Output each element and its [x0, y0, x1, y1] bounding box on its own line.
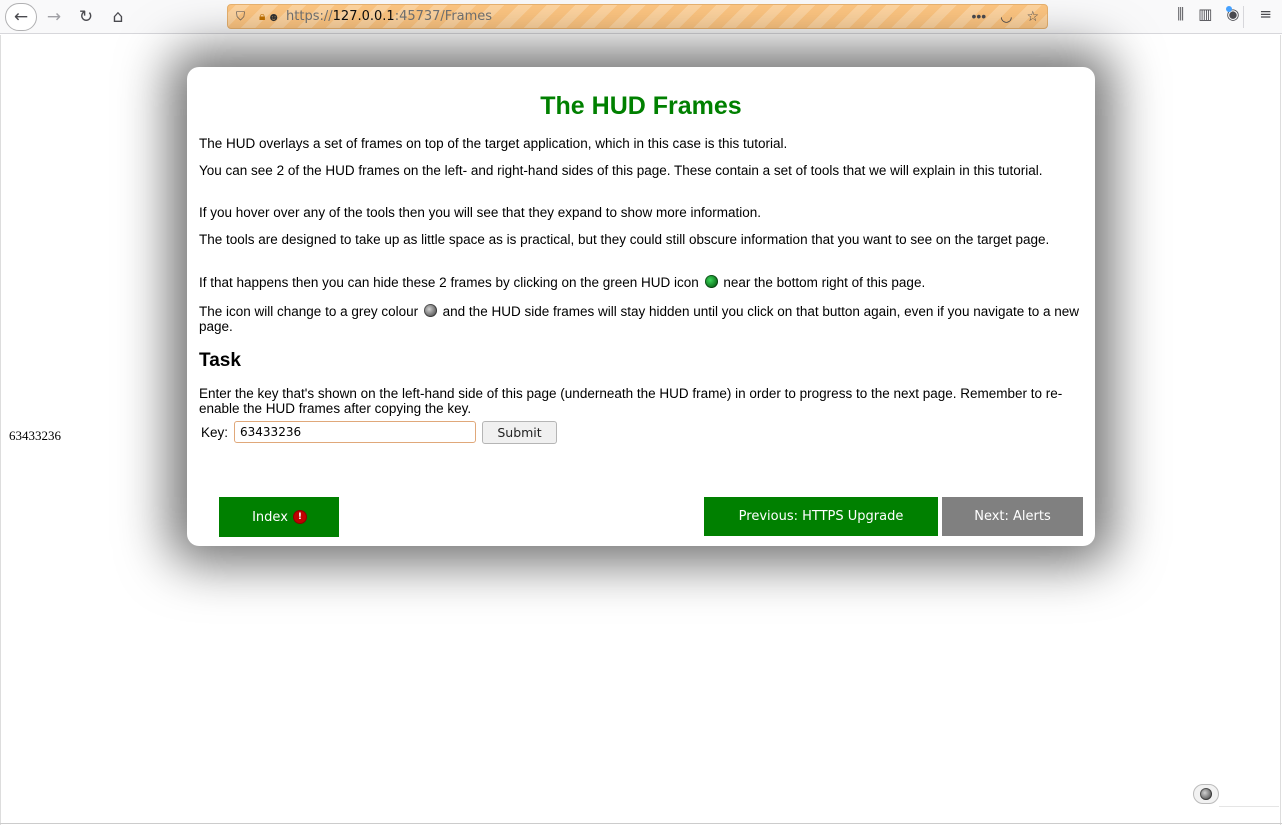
back-arrow-icon: ← — [13, 7, 29, 27]
hud-left-frame-edge — [0, 35, 1, 825]
paragraph-hide: If that happens then you can hide these … — [199, 275, 926, 290]
more-icon[interactable]: ••• — [972, 8, 987, 25]
paragraph-grey: The icon will change to a grey colour an… — [199, 304, 1080, 334]
task-instructions: Enter the key that's shown on the left-h… — [199, 386, 1063, 416]
hidden-key-text: 63433236 — [9, 428, 61, 443]
toolbar-divider — [1243, 6, 1244, 28]
hud-icon — [1200, 788, 1212, 800]
tutorial-modal: The HUD Frames The HUD overlays a set of… — [187, 67, 1095, 546]
browser-toolbar: ← → ↻ ⌂ ⛉ 🔒︎ ☻ https://127.0.0.1:45737/F… — [0, 0, 1282, 34]
forward-button[interactable]: → — [40, 3, 68, 31]
paragraph-space: The tools are designed to take up as lit… — [199, 232, 1050, 247]
lock-icon[interactable]: 🔒︎ — [259, 9, 265, 24]
paragraph-hover: If you hover over any of the tools then … — [199, 205, 762, 220]
hud-toggle-button[interactable] — [1193, 784, 1219, 804]
reload-button[interactable]: ↻ — [72, 3, 100, 31]
back-button[interactable]: ← — [5, 3, 37, 31]
alert-badge-icon: ! — [293, 511, 306, 523]
sidebar-icon[interactable]: ▥ — [1198, 5, 1212, 23]
robot-icon[interactable]: ☻ — [267, 10, 280, 24]
forward-arrow-icon: → — [46, 7, 62, 27]
bookmark-star-icon[interactable]: ☆ — [1026, 8, 1039, 25]
green-hud-icon — [704, 275, 718, 288]
menu-icon[interactable]: ≡ — [1259, 5, 1272, 23]
url-bar[interactable]: ⛉ 🔒︎ ☻ https://127.0.0.1:45737/Frames ••… — [227, 4, 1048, 29]
library-icon[interactable]: ⫼ — [1177, 5, 1184, 23]
home-icon: ⌂ — [112, 7, 124, 27]
page-bottom-border — [0, 823, 1282, 824]
notification-dot — [1226, 6, 1232, 12]
index-button[interactable]: Index ! — [219, 497, 339, 537]
url-text[interactable]: https://127.0.0.1:45737/Frames — [286, 9, 492, 24]
pocket-icon[interactable]: ◡ — [1000, 8, 1012, 25]
modal-title: The HUD Frames — [540, 92, 742, 120]
key-label: Key: — [201, 424, 229, 440]
submit-button[interactable]: Submit — [482, 420, 558, 444]
hud-right-frame-edge — [1280, 35, 1281, 825]
shield-icon[interactable]: ⛉ — [236, 9, 245, 24]
home-button[interactable]: ⌂ — [104, 3, 132, 31]
hud-bottom-divider — [1219, 806, 1279, 807]
paragraph-overlay: The HUD overlays a set of frames on top … — [199, 136, 788, 151]
paragraph-frames: You can see 2 of the HUD frames on the l… — [199, 163, 1043, 178]
key-input[interactable] — [234, 421, 477, 443]
grey-hud-icon — [423, 304, 437, 317]
key-form: Key: Submit — [201, 420, 558, 444]
reload-icon: ↻ — [78, 7, 94, 27]
next-button[interactable]: Next: Alerts — [942, 497, 1083, 536]
previous-button[interactable]: Previous: HTTPS Upgrade — [704, 497, 938, 536]
task-heading: Task — [199, 350, 241, 371]
